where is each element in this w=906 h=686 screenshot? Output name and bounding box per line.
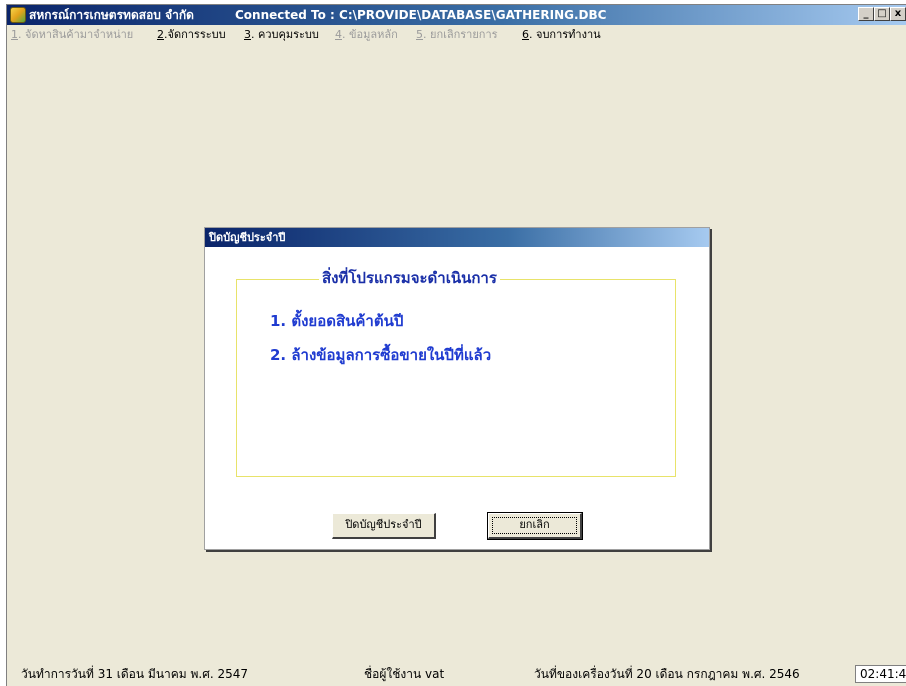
cancel-button[interactable]: ยกเลิก: [487, 512, 583, 540]
menu-master-data[interactable]: 4. ข้อมูลหลัก: [335, 26, 398, 44]
clock: 02:41:4: [855, 665, 906, 683]
title-bar[interactable]: สหกรณ์การเกษตรทดสอบ จำกัด Connected To :…: [7, 5, 906, 25]
menu-bar: 1. จัดหาสินค้ามาจำหน่าย 2.จัดการระบบ 3. …: [7, 26, 906, 44]
menu-purchase[interactable]: 1. จัดหาสินค้ามาจำหน่าย: [11, 26, 133, 44]
window-title: สหกรณ์การเกษตรทดสอบ จำกัด: [29, 8, 194, 22]
window-controls: _ □ x: [858, 7, 906, 21]
task-item: 2. ล้างข้อมูลการซื้อขายในปีที่แล้ว: [270, 346, 492, 364]
work-date: วันทำการวันที่ 31 เดือน มีนาคม พ.ศ. 2547: [21, 667, 249, 681]
close-year-dialog: ปิดบัญชีประจำปี สิ่งที่โปรแกรมจะดำเนินกา…: [204, 227, 710, 550]
menu-exit[interactable]: 6. จบการทำงาน: [522, 26, 601, 44]
current-user: ชื่อผู้ใช้งาน vat: [364, 667, 445, 681]
close-year-button-label: ปิดบัญชีประจำปี: [345, 518, 422, 531]
minimize-button[interactable]: _: [858, 7, 874, 21]
connection-string: Connected To : C:\PROVIDE\DATABASE\GATHE…: [235, 8, 607, 22]
group-title: สิ่งที่โปรแกรมจะดำเนินการ: [319, 266, 500, 290]
menu-system-control[interactable]: 3. ควบคุมระบบ: [244, 26, 319, 44]
menu-system-manage[interactable]: 2.จัดการระบบ: [157, 26, 226, 44]
menu-cancel-transaction[interactable]: 5. ยกเลิกรายการ: [416, 26, 498, 44]
close-year-button[interactable]: ปิดบัญชีประจำปี: [332, 513, 436, 539]
task-item: 1. ตั้งยอดสินค้าต้นปี: [270, 312, 404, 330]
status-bar: วันทำการวันที่ 31 เดือน มีนาคม พ.ศ. 2547…: [7, 662, 906, 686]
maximize-button[interactable]: □: [874, 7, 890, 21]
cancel-button-label: ยกเลิก: [519, 518, 550, 531]
app-icon: [10, 7, 26, 23]
machine-date: วันที่ของเครื่องวันที่ 20 เดือน กรกฎาคม …: [534, 667, 800, 681]
dialog-title[interactable]: ปิดบัญชีประจำปี: [205, 228, 709, 247]
close-button[interactable]: x: [890, 7, 906, 21]
